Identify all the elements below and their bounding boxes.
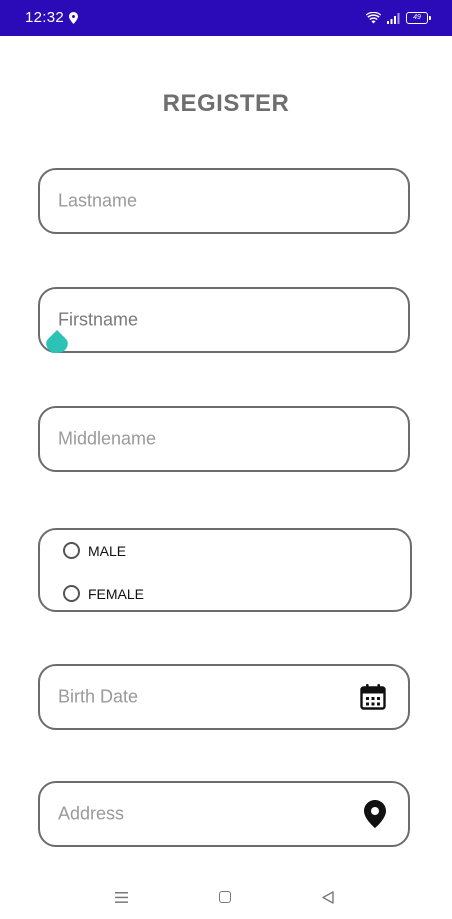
wifi-icon	[366, 12, 381, 24]
menu-icon[interactable]	[115, 892, 128, 903]
lastname-placeholder: Lastname	[58, 190, 138, 211]
lastname-field[interactable]: Lastname	[38, 168, 410, 234]
gender-option-female[interactable]: FEMALE	[63, 585, 144, 602]
status-time: 12:32	[25, 9, 65, 26]
status-bar: 12:32 49	[0, 0, 452, 36]
status-icons: 49	[366, 10, 431, 26]
birthdate-field[interactable]: Birth Date	[38, 664, 410, 730]
firstname-field[interactable]: Firstname	[38, 287, 410, 353]
firstname-placeholder: Firstname	[58, 309, 139, 330]
battery-icon: 49	[406, 12, 431, 24]
page-title: REGISTER	[162, 90, 290, 117]
address-field[interactable]: Address	[38, 781, 410, 847]
gender-radio-group: MALE FEMALE	[38, 528, 412, 612]
radio-button-female[interactable]	[63, 585, 80, 602]
middlename-field[interactable]: Middlename	[38, 406, 410, 472]
text-cursor-handle[interactable]	[46, 330, 68, 354]
gender-label-female: FEMALE	[88, 585, 145, 602]
signal-icon	[387, 12, 400, 24]
gender-option-male[interactable]: MALE	[63, 542, 126, 559]
location-pin-icon[interactable]	[364, 800, 386, 828]
location-status-icon	[69, 12, 78, 24]
calendar-icon[interactable]	[360, 684, 386, 710]
birthdate-placeholder: Birth Date	[58, 686, 139, 707]
gender-label-male: MALE	[88, 542, 127, 559]
navigation-bar	[0, 876, 452, 919]
back-icon[interactable]	[322, 891, 334, 904]
radio-button-male[interactable]	[63, 542, 80, 559]
address-placeholder: Address	[58, 803, 125, 824]
middlename-placeholder: Middlename	[58, 428, 157, 449]
home-icon[interactable]	[219, 891, 231, 903]
